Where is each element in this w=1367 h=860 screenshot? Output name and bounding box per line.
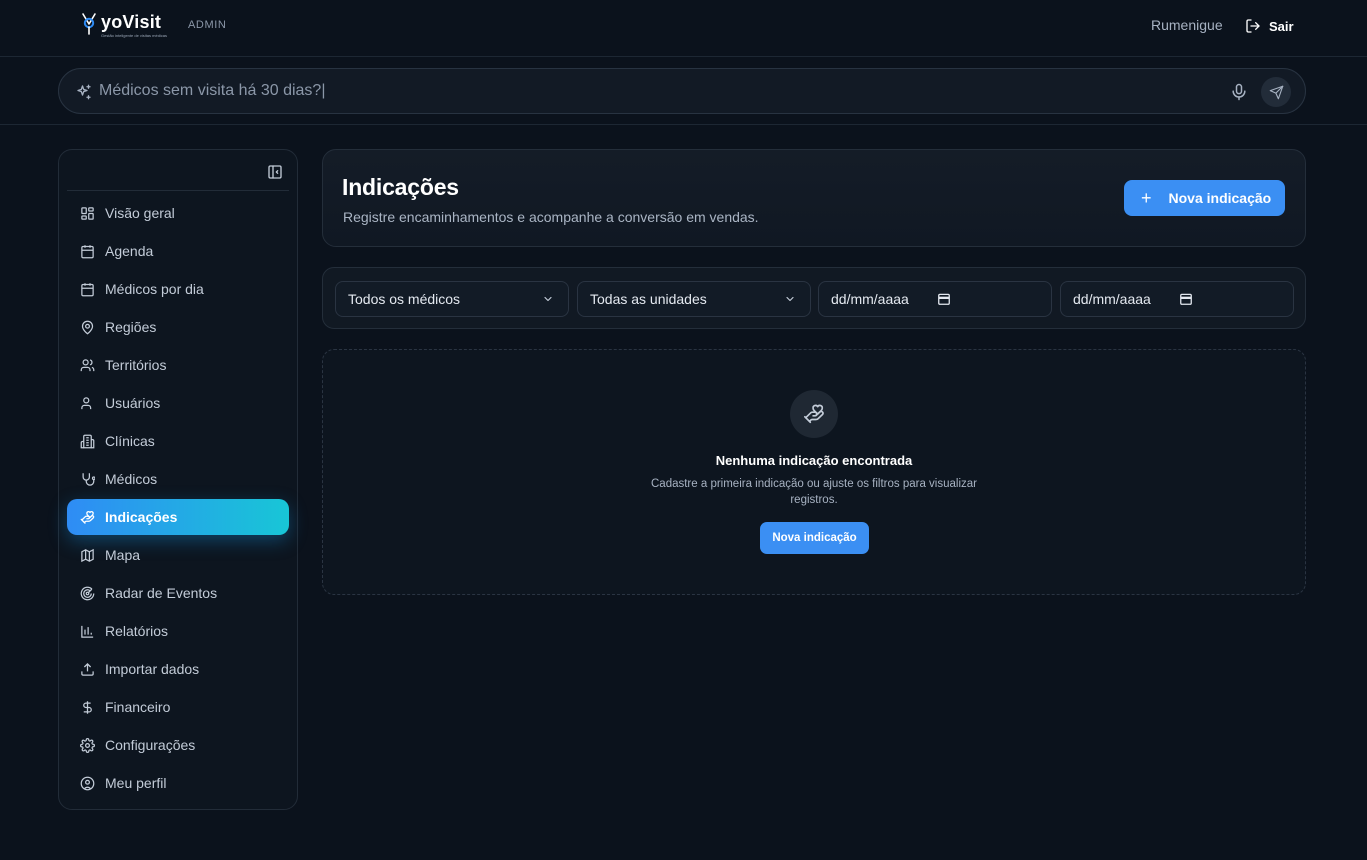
upload-icon [80, 662, 95, 677]
logout-button[interactable]: Sair [1245, 16, 1294, 36]
sidebar-item-importar-dados[interactable]: Importar dados [67, 651, 289, 687]
logout-label: Sair [1269, 18, 1294, 34]
calendar-days-icon [80, 282, 95, 297]
user-circle-icon [80, 776, 95, 791]
role-badge: ADMIN [188, 19, 227, 31]
chevron-down-icon [544, 296, 552, 302]
ask-bar-section [0, 58, 1367, 125]
date-to-value: dd/mm/aaaa [1073, 291, 1151, 307]
ask-bar[interactable] [58, 68, 1306, 114]
ask-input[interactable] [99, 79, 1179, 103]
sidebar-item-label: Mapa [105, 547, 141, 563]
sidebar-item-usuarios[interactable]: Usuários [67, 385, 289, 421]
sparkles-icon [77, 84, 91, 100]
sidebar-item-configuracoes[interactable]: Configurações [67, 727, 289, 763]
sidebar-item-agenda[interactable]: Agenda [67, 233, 289, 269]
doctor-filter-select[interactable]: Todos os médicos [335, 281, 569, 317]
empty-new-referral-button[interactable]: Nova indicação [760, 522, 869, 554]
page-subtitle: Registre encaminhamentos e acompanhe a c… [343, 209, 759, 225]
page-header-card: Indicações Registre encaminhamentos e ac… [322, 149, 1306, 247]
collapse-sidebar-icon[interactable] [267, 164, 283, 180]
date-from-input[interactable]: dd/mm/aaaa [818, 281, 1052, 317]
empty-state-title: Nenhuma indicação encontrada [715, 453, 913, 468]
plus-icon: + [1141, 188, 1152, 208]
dollar-icon [80, 700, 95, 715]
sidebar-item-label: Indicações [105, 509, 178, 525]
building-icon [80, 434, 95, 449]
gear-icon [80, 737, 95, 753]
empty-state-icon-wrap [790, 390, 838, 438]
sidebar-item-meu-perfil[interactable]: Meu perfil [67, 765, 289, 801]
brand-name: yoVisit [101, 12, 162, 32]
unit-filter-select[interactable]: Todas as unidades [577, 281, 811, 317]
sidebar-item-mapa[interactable]: Mapa [67, 537, 289, 573]
sidebar-item-label: Financeiro [105, 699, 171, 715]
sidebar-item-label: Médicos por dia [105, 281, 204, 297]
hand-heart-icon [80, 510, 95, 525]
page-title: Indicações [342, 174, 459, 200]
calendar-icon [80, 244, 95, 259]
sidebar-item-indicacoes[interactable]: Indicações [67, 499, 289, 535]
new-referral-label: Nova indicação [1168, 190, 1272, 206]
sidebar-item-label: Importar dados [105, 661, 200, 677]
sidebar-item-medicos-por-dia[interactable]: Médicos por dia [67, 271, 289, 307]
doctor-filter-value: Todos os médicos [348, 291, 461, 307]
calendar-icon[interactable] [937, 292, 951, 306]
sidebar-item-label: Territórios [105, 357, 167, 373]
calendar-icon[interactable] [1179, 292, 1193, 306]
sidebar-item-regioes[interactable]: Regiões [67, 309, 289, 345]
unit-filter-value: Todas as unidades [590, 291, 707, 307]
sidebar-item-label: Usuários [105, 395, 161, 411]
sidebar-item-financeiro[interactable]: Financeiro [67, 689, 289, 725]
sidebar-item-radar-de-eventos[interactable]: Radar de Eventos [67, 575, 289, 611]
date-to-input[interactable]: dd/mm/aaaa [1060, 281, 1294, 317]
sidebar-item-clinicas[interactable]: Clínicas [67, 423, 289, 459]
stethoscope-icon [80, 472, 95, 487]
sidebar-item-medicos[interactable]: Médicos [67, 461, 289, 497]
sidebar: Visão geral Agenda Médicos por dia Regiõ… [58, 149, 298, 810]
sidebar-item-label: Visão geral [105, 205, 175, 221]
brand-logo[interactable]: yoVisit Gestão inteligente de visitas mé… [80, 12, 167, 40]
sidebar-item-label: Configurações [105, 737, 196, 753]
hand-heart-icon [804, 404, 824, 424]
sidebar-item-label: Clínicas [105, 433, 155, 449]
chevron-down-icon [786, 296, 794, 302]
sidebar-divider [67, 190, 289, 191]
microphone-icon[interactable] [1229, 82, 1249, 102]
sidebar-item-label: Regiões [105, 319, 157, 335]
send-icon [1269, 85, 1283, 99]
new-referral-button[interactable]: + Nova indicação [1124, 180, 1285, 216]
filters-bar: Todos os médicos Todas as unidades dd/mm… [322, 267, 1306, 329]
map-icon [80, 548, 95, 563]
sidebar-nav: Visão geral Agenda Médicos por dia Regiõ… [67, 195, 289, 803]
sidebar-item-label: Meu perfil [105, 775, 167, 791]
sidebar-item-visao-geral[interactable]: Visão geral [67, 195, 289, 231]
sidebar-item-label: Relatórios [105, 623, 169, 639]
date-from-value: dd/mm/aaaa [831, 291, 909, 307]
logout-icon [1246, 19, 1260, 33]
logo-mark-icon [82, 13, 96, 35]
sidebar-item-label: Radar de Eventos [105, 585, 218, 601]
sidebar-item-territorios[interactable]: Territórios [67, 347, 289, 383]
user-icon [80, 396, 95, 411]
top-bar: yoVisit Gestão inteligente de visitas mé… [0, 0, 1367, 57]
layout-grid-icon [80, 206, 95, 221]
empty-state: Nenhuma indicação encontrada Cadastre a … [322, 349, 1306, 595]
sidebar-item-label: Médicos [105, 471, 158, 487]
bar-chart-icon [80, 624, 95, 639]
map-pin-icon [80, 320, 95, 335]
empty-state-text: Cadastre a primeira indicação ou ajuste … [651, 478, 977, 506]
sidebar-item-label: Agenda [105, 243, 154, 259]
user-name: Rumenigue [1151, 17, 1223, 33]
send-button[interactable] [1261, 77, 1291, 107]
users-icon [80, 358, 95, 373]
sidebar-item-relatorios[interactable]: Relatórios [67, 613, 289, 649]
brand-tagline: Gestão inteligente de visitas médicas [101, 33, 168, 38]
radar-icon [80, 586, 95, 601]
